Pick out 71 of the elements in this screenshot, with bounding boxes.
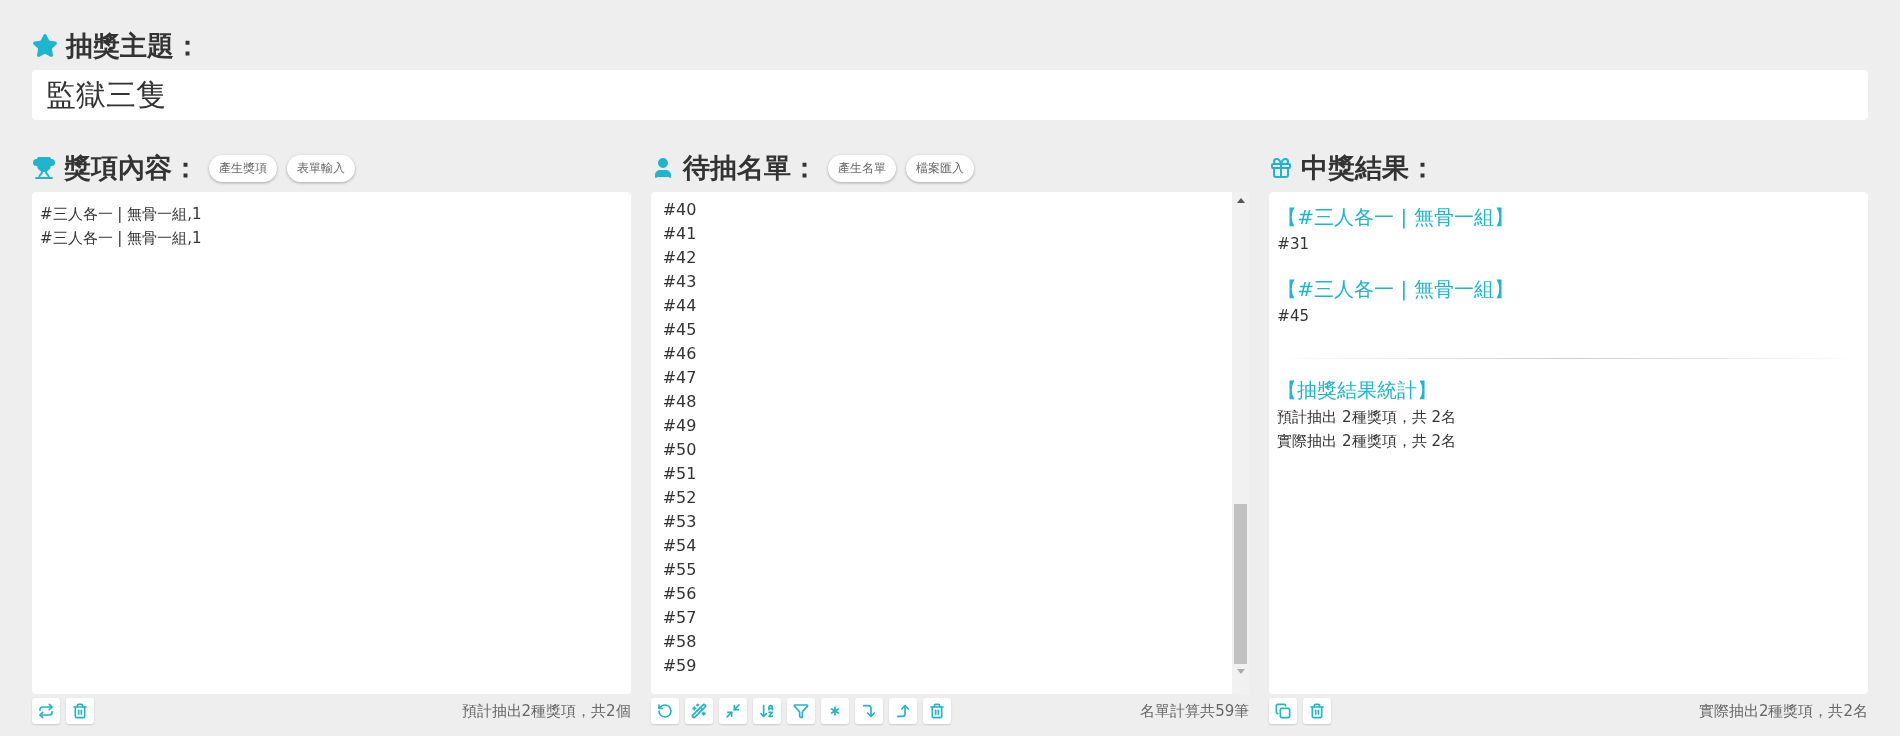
header-button[interactable]: 檔案匯入	[905, 154, 974, 182]
prize-line: #三人各一 | 無骨一組,1	[40, 228, 202, 249]
trash-icon	[1309, 703, 1326, 719]
name-line: #53	[662, 511, 697, 533]
copy-icon	[1275, 703, 1292, 719]
section-title: 抽獎主題：	[66, 29, 201, 63]
name-line: #44	[662, 295, 697, 317]
arrow-up-button[interactable]	[888, 698, 917, 724]
name-line: #40	[662, 199, 697, 221]
name-list-textarea[interactable]: #40 #41 #42 #43 #44 #45 #46 #47 #48 #49 #50 #51 #52 #53 #54 #55 #56 #57 #58 #59	[650, 192, 1250, 694]
name-line: #50	[662, 439, 697, 461]
header-button[interactable]: 表單輸入	[287, 154, 355, 182]
name-line: #52	[662, 487, 697, 509]
trash-icon	[928, 703, 945, 719]
name-line: #42	[662, 247, 697, 269]
header-button[interactable]: 產生名單	[827, 154, 896, 182]
summary-text: 實際抽出2種獎項，共2名	[1698, 701, 1868, 721]
summary-text: 預計抽出2種獎項，共2個	[461, 701, 631, 721]
undo-button[interactable]	[650, 698, 679, 724]
filter-icon	[792, 703, 809, 719]
name-line: #45	[662, 319, 697, 341]
star-icon	[32, 33, 58, 59]
prize-textarea[interactable]: #三人各一 | 無骨一組,1 #三人各一 | 無骨一組,1	[32, 192, 631, 694]
prize-line: #三人各一 | 無骨一組,1	[40, 204, 202, 225]
topic-field[interactable]: 監獄三隻	[32, 70, 1868, 120]
copy-button[interactable]	[1269, 698, 1298, 724]
trophy-icon	[32, 156, 56, 180]
gift-icon	[1269, 156, 1294, 180]
undo-icon	[656, 703, 673, 719]
filter-button[interactable]	[786, 698, 815, 724]
shrink-icon	[724, 703, 741, 719]
name-line: #48	[662, 391, 697, 413]
name-line: #47	[662, 367, 697, 389]
arrow-down-button[interactable]	[854, 698, 883, 724]
trash-button[interactable]	[922, 698, 951, 724]
header-button[interactable]: 產生獎項	[209, 154, 277, 182]
section-title: 待抽名單：	[682, 151, 818, 185]
section-title: 中獎結果：	[1301, 151, 1437, 185]
name-line: #59	[662, 655, 697, 677]
name-line: #56	[662, 583, 697, 605]
name-line: #43	[662, 271, 697, 293]
magic-wand-button[interactable]	[684, 698, 713, 724]
trash-button[interactable]	[66, 698, 94, 724]
arrow-up-icon	[894, 703, 911, 719]
winner-name: #31	[1277, 234, 1309, 255]
name-line: #51	[662, 463, 697, 485]
repeat-button[interactable]	[32, 698, 60, 724]
name-line: #57	[662, 607, 697, 629]
asterisk-button[interactable]	[820, 698, 849, 724]
summary-text: 名單計算共59筆	[1140, 701, 1250, 721]
sort-button[interactable]	[752, 698, 781, 724]
arrow-down-icon	[860, 703, 877, 719]
stats-title: 【抽獎結果統計】	[1277, 377, 1438, 404]
section-title: 獎項內容：	[64, 151, 199, 185]
shrink-button[interactable]	[718, 698, 747, 724]
repeat-icon	[38, 703, 54, 719]
prize-title: 【#三人各一 | 無骨一組】	[1277, 204, 1514, 231]
name-line: #49	[662, 415, 697, 437]
name-line: #46	[662, 343, 697, 365]
name-line: #41	[662, 223, 697, 245]
name-line: #58	[662, 631, 697, 653]
stats-line: 預計抽出 2種獎項，共 2名	[1277, 407, 1456, 428]
magic-wand-icon	[690, 703, 707, 719]
trash-button[interactable]	[1303, 698, 1332, 724]
name-line: #54	[662, 535, 697, 557]
prize-title: 【#三人各一 | 無骨一組】	[1277, 276, 1514, 303]
sort-icon	[758, 703, 775, 719]
stats-line: 實際抽出 2種獎項，共 2名	[1277, 431, 1456, 452]
trash-icon	[72, 703, 88, 719]
name-line: #55	[662, 559, 697, 581]
winner-name: #45	[1277, 306, 1309, 327]
